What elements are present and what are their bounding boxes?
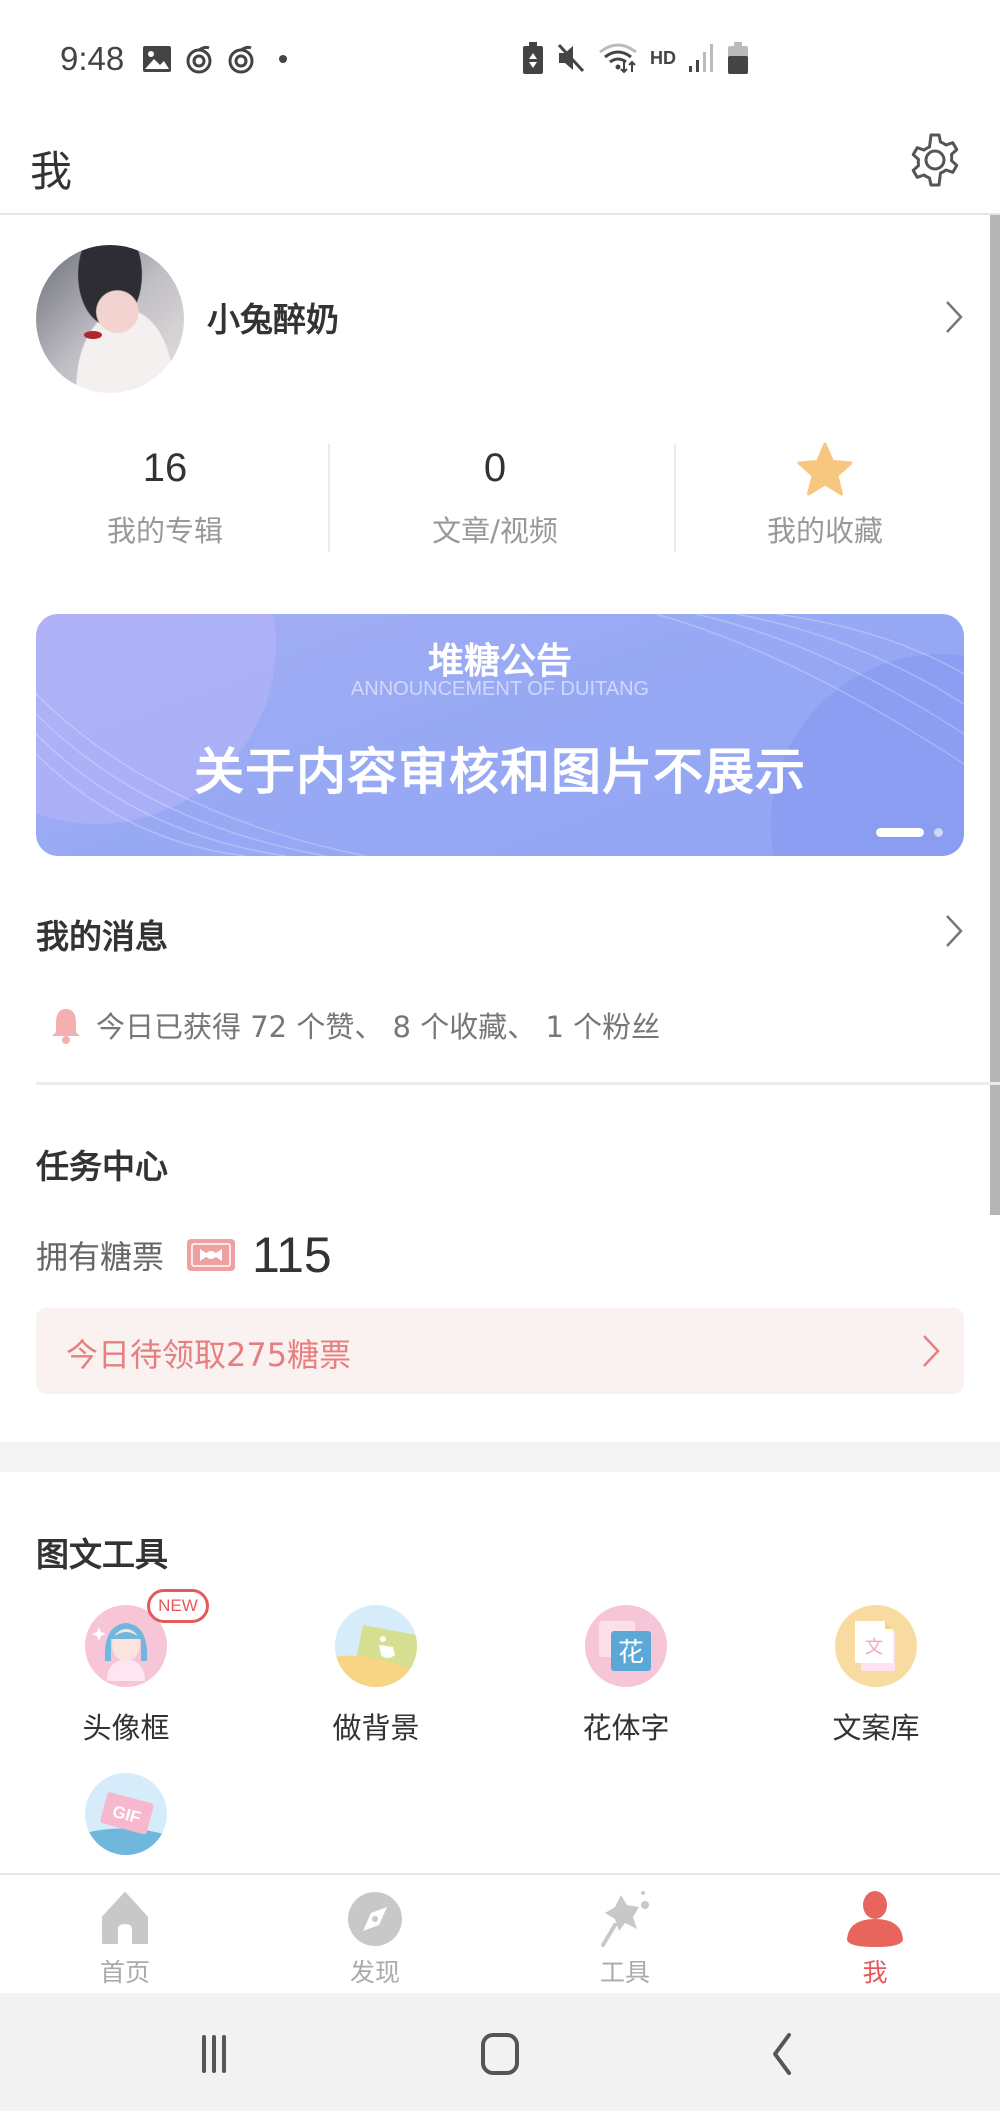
stat-articles-videos[interactable]: 0 文章/视频 bbox=[328, 440, 660, 555]
claim-text: 今日待领取275糖票 bbox=[66, 1336, 352, 1374]
home-button-icon[interactable] bbox=[470, 2029, 530, 2079]
bell-icon bbox=[52, 1009, 80, 1044]
tool-avatar-frame[interactable]: NEW 头像框 bbox=[45, 1589, 209, 1765]
settings-button[interactable] bbox=[904, 130, 966, 192]
swirl-app-icon bbox=[228, 45, 254, 74]
person-icon bbox=[847, 1891, 903, 1947]
hd-icon: HD bbox=[650, 47, 676, 68]
chevron-right-icon bbox=[946, 301, 963, 333]
divider bbox=[36, 1082, 1000, 1085]
announcement-banner[interactable]: 堆糖公告 ANNOUNCEMENT OF DUITANG 关于内容审核和图片不展… bbox=[36, 614, 964, 856]
background-icon bbox=[335, 1605, 417, 1687]
page-title: 我 bbox=[30, 147, 73, 196]
banner-title: 堆糖公告 bbox=[427, 641, 572, 682]
nav-item-tools[interactable]: 工具 bbox=[500, 1875, 750, 1993]
username: 小兔醉奶 bbox=[207, 300, 339, 339]
nav-label: 发现 bbox=[349, 1958, 400, 1987]
system-nav-bar bbox=[0, 1993, 1000, 2111]
message-summary-text: 今日已获得 72 个赞、 8 个收藏、 1 个粉丝 bbox=[96, 1010, 661, 1044]
banner-indicator-active[interactable] bbox=[876, 828, 924, 837]
avatar-detail bbox=[84, 331, 102, 339]
battery-saver-icon bbox=[523, 42, 543, 74]
tool-copywriting[interactable]: 文 文案库 bbox=[795, 1605, 955, 1765]
app-header: 我 bbox=[0, 120, 1000, 215]
bottom-nav: 首页 发现 工具 我 bbox=[0, 1873, 1000, 1993]
gif-icon: GIF bbox=[85, 1773, 167, 1855]
candy-balance: 拥有糖票 115 bbox=[36, 1225, 332, 1285]
wifi-icon bbox=[599, 43, 637, 74]
stat-divider bbox=[674, 444, 676, 552]
fancy-text-icon: 花 bbox=[585, 1605, 667, 1687]
tool-background[interactable]: 做背景 bbox=[295, 1605, 455, 1765]
nav-item-discover[interactable]: 发现 bbox=[250, 1875, 500, 1993]
status-time: 9:48 bbox=[60, 40, 125, 77]
banner-headline: 关于内容审核和图片不展示 bbox=[194, 743, 806, 801]
status-left-icons bbox=[142, 44, 298, 74]
stat-divider bbox=[328, 444, 330, 552]
tool-label: 头像框 bbox=[82, 1711, 170, 1745]
tool-label: 文案库 bbox=[832, 1711, 920, 1745]
home-icon bbox=[102, 1892, 148, 1944]
tool-fancy-text[interactable]: 花 花体字 bbox=[545, 1605, 705, 1765]
tasks-title: 任务中心 bbox=[36, 1147, 168, 1186]
battery-icon bbox=[728, 42, 748, 74]
candy-ticket-icon bbox=[187, 1239, 236, 1271]
nav-item-home[interactable]: 首页 bbox=[0, 1875, 250, 1993]
nav-label: 我 bbox=[862, 1958, 888, 1987]
star-icon bbox=[797, 442, 853, 496]
stat-value: 16 bbox=[142, 446, 188, 490]
compass-icon bbox=[348, 1892, 402, 1946]
status-bar: 9:48 HD bbox=[0, 0, 1000, 120]
mute-icon bbox=[557, 43, 585, 73]
stat-value: 0 bbox=[483, 446, 507, 490]
status-right-icons: HD bbox=[522, 42, 748, 74]
messages-header[interactable]: 我的消息 bbox=[0, 900, 990, 960]
tool-label: 花体字 bbox=[582, 1711, 670, 1745]
magic-wand-icon bbox=[601, 1891, 649, 1947]
fancy-text-glyph: 花 bbox=[618, 1638, 644, 1668]
stat-value bbox=[660, 440, 990, 500]
stats-row: 16 我的专辑 0 文章/视频 我的收藏 bbox=[0, 440, 990, 555]
stat-label: 文章/视频 bbox=[432, 514, 558, 548]
nav-item-me[interactable]: 我 bbox=[750, 1875, 1000, 1993]
banner-indicator[interactable] bbox=[934, 828, 943, 837]
avatar[interactable] bbox=[36, 245, 184, 393]
profile-row[interactable]: 小兔醉奶 bbox=[0, 215, 990, 415]
candy-count: 115 bbox=[252, 1227, 332, 1283]
gear-icon bbox=[911, 133, 959, 187]
back-icon[interactable] bbox=[755, 2029, 815, 2079]
recent-apps-icon[interactable] bbox=[190, 2029, 250, 2079]
scrollbar[interactable] bbox=[990, 215, 1000, 1215]
message-summary[interactable]: 今日已获得 72 个赞、 8 个收藏、 1 个粉丝 bbox=[50, 1000, 660, 1050]
nav-label: 首页 bbox=[99, 1958, 150, 1987]
claim-candy-button[interactable]: 今日待领取275糖票 bbox=[36, 1308, 964, 1394]
gallery-icon bbox=[143, 46, 171, 72]
section-separator bbox=[0, 1442, 1000, 1472]
banner-subtitle: ANNOUNCEMENT OF DUITANG bbox=[350, 678, 650, 700]
swirl-app-icon bbox=[186, 45, 212, 74]
nav-label: 工具 bbox=[599, 1958, 650, 1987]
dot-icon bbox=[279, 55, 287, 63]
stat-favorites[interactable]: 我的收藏 bbox=[660, 440, 990, 555]
stat-albums[interactable]: 16 我的专辑 bbox=[0, 440, 330, 555]
tools-title: 图文工具 bbox=[36, 1535, 168, 1574]
signal-icon bbox=[689, 44, 713, 72]
stat-label: 我的收藏 bbox=[766, 514, 883, 548]
copywriting-glyph: 文 bbox=[865, 1637, 883, 1658]
messages-title: 我的消息 bbox=[36, 917, 168, 956]
chevron-right-icon bbox=[946, 915, 963, 947]
candy-label: 拥有糖票 bbox=[36, 1238, 165, 1276]
copywriting-icon: 文 bbox=[835, 1605, 917, 1687]
chevron-right-icon bbox=[923, 1335, 940, 1367]
new-badge: NEW bbox=[147, 1589, 209, 1623]
tool-label: 做背景 bbox=[332, 1711, 420, 1745]
stat-label: 我的专辑 bbox=[106, 514, 223, 548]
